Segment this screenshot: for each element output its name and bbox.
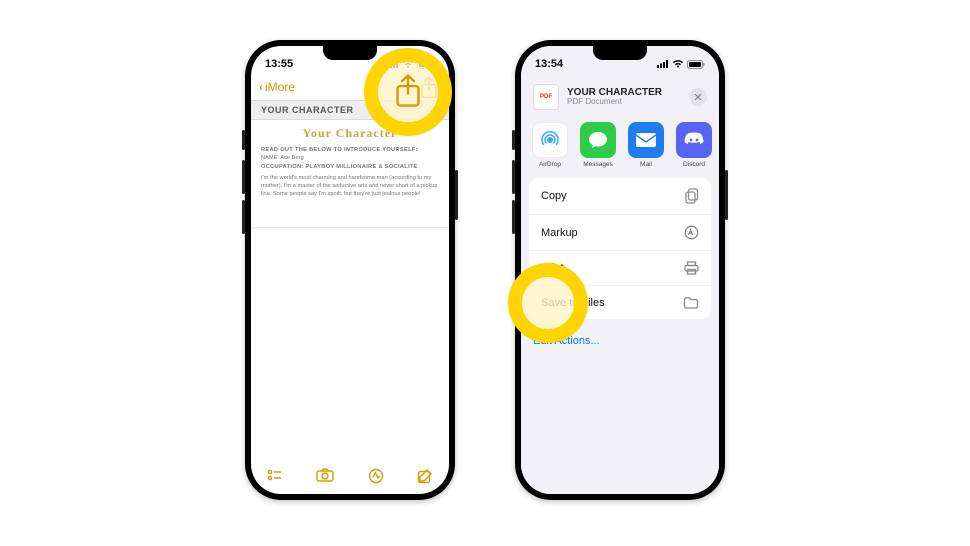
- camera-icon[interactable]: [316, 468, 334, 484]
- folder-icon: [683, 296, 699, 309]
- action-copy[interactable]: Copy: [529, 178, 711, 215]
- side-button: [512, 160, 515, 194]
- close-icon: ✕: [693, 91, 702, 104]
- battery-icon: [687, 60, 705, 69]
- share-app-airdrop[interactable]: AirDrop: [531, 122, 569, 168]
- draw-icon[interactable]: [368, 468, 384, 484]
- app-label: Messages: [579, 161, 617, 168]
- phone-notes: 13:55 ‹ iMore YOUR CHARACTER Your: [245, 40, 455, 500]
- messages-icon: [580, 122, 616, 158]
- checklist-icon[interactable]: [267, 468, 283, 484]
- note-name-line: NAME: Ace Berg: [261, 154, 439, 162]
- action-label: Print: [541, 262, 564, 274]
- action-markup[interactable]: Markup: [529, 215, 711, 251]
- share-actions-list: Copy Markup Print: [529, 178, 711, 319]
- signal-icon: [387, 60, 399, 68]
- side-button: [242, 160, 245, 194]
- share-button[interactable]: [419, 76, 439, 100]
- edit-actions-link[interactable]: Edit Actions...: [521, 325, 719, 357]
- side-button: [725, 170, 728, 220]
- share-icon: [419, 76, 439, 100]
- share-app-discord[interactable]: Discord: [675, 122, 713, 168]
- note-occupation-line: OCCUPATION: PLAYBOY MILLIONAIRE & SOCIAL…: [261, 163, 439, 171]
- share-app-mail[interactable]: Mail: [627, 122, 665, 168]
- notch: [593, 46, 647, 60]
- side-button: [242, 200, 245, 234]
- side-button: [512, 200, 515, 234]
- side-button: [512, 130, 515, 150]
- copy-icon: [685, 188, 699, 204]
- side-button: [242, 130, 245, 150]
- share-app-messages[interactable]: Messages: [579, 122, 617, 168]
- wifi-icon: [672, 60, 684, 68]
- share-doc-subtitle: PDF Document: [567, 98, 681, 107]
- back-label[interactable]: iMore: [265, 80, 295, 94]
- share-apps-row: AirDrop Messages Mail: [521, 118, 719, 178]
- action-label: Save to Files: [541, 297, 605, 309]
- status-time: 13:55: [265, 58, 293, 70]
- phone-share: 13:54 PDF YOUR CHARACTER PDF Document ✕: [515, 40, 725, 500]
- pdf-thumbnail-icon: PDF: [533, 84, 559, 110]
- app-label: Mail: [627, 161, 665, 168]
- battery-icon: [417, 60, 435, 69]
- wifi-icon: [402, 60, 414, 68]
- action-label: Copy: [541, 190, 567, 202]
- action-save-to-files[interactable]: Save to Files: [529, 286, 711, 319]
- share-header: PDF YOUR CHARACTER PDF Document ✕: [521, 74, 719, 118]
- close-button[interactable]: ✕: [689, 88, 707, 106]
- back-chevron-icon[interactable]: ‹: [259, 80, 263, 94]
- screen: 13:54 PDF YOUR CHARACTER PDF Document ✕: [521, 46, 719, 494]
- status-time: 13:54: [535, 58, 563, 70]
- airdrop-icon: [532, 122, 568, 158]
- app-label: AirDrop: [531, 161, 569, 168]
- screen: 13:55 ‹ iMore YOUR CHARACTER Your: [251, 46, 449, 494]
- note-paragraph: I'm the world's most charming and handso…: [261, 174, 439, 199]
- note-intro: READ OUT THE BELOW TO INTRODUCE YOURSELF…: [261, 146, 439, 154]
- mail-icon: [628, 122, 664, 158]
- note-heading: Your Character: [261, 126, 439, 141]
- status-icons: [657, 60, 705, 69]
- app-label: Discord: [675, 161, 713, 168]
- action-label: Markup: [541, 227, 578, 239]
- discord-icon: [676, 122, 712, 158]
- status-icons: [387, 60, 435, 69]
- action-print[interactable]: Print: [529, 251, 711, 286]
- notes-toolbar: [251, 462, 449, 490]
- side-button: [455, 170, 458, 220]
- note-preview[interactable]: Your Character READ OUT THE BELOW TO INT…: [251, 120, 449, 228]
- note-section-header: YOUR CHARACTER: [251, 100, 449, 120]
- notch: [323, 46, 377, 60]
- signal-icon: [657, 60, 669, 68]
- markup-icon: [684, 225, 699, 240]
- print-icon: [684, 261, 699, 275]
- compose-icon[interactable]: [417, 468, 433, 484]
